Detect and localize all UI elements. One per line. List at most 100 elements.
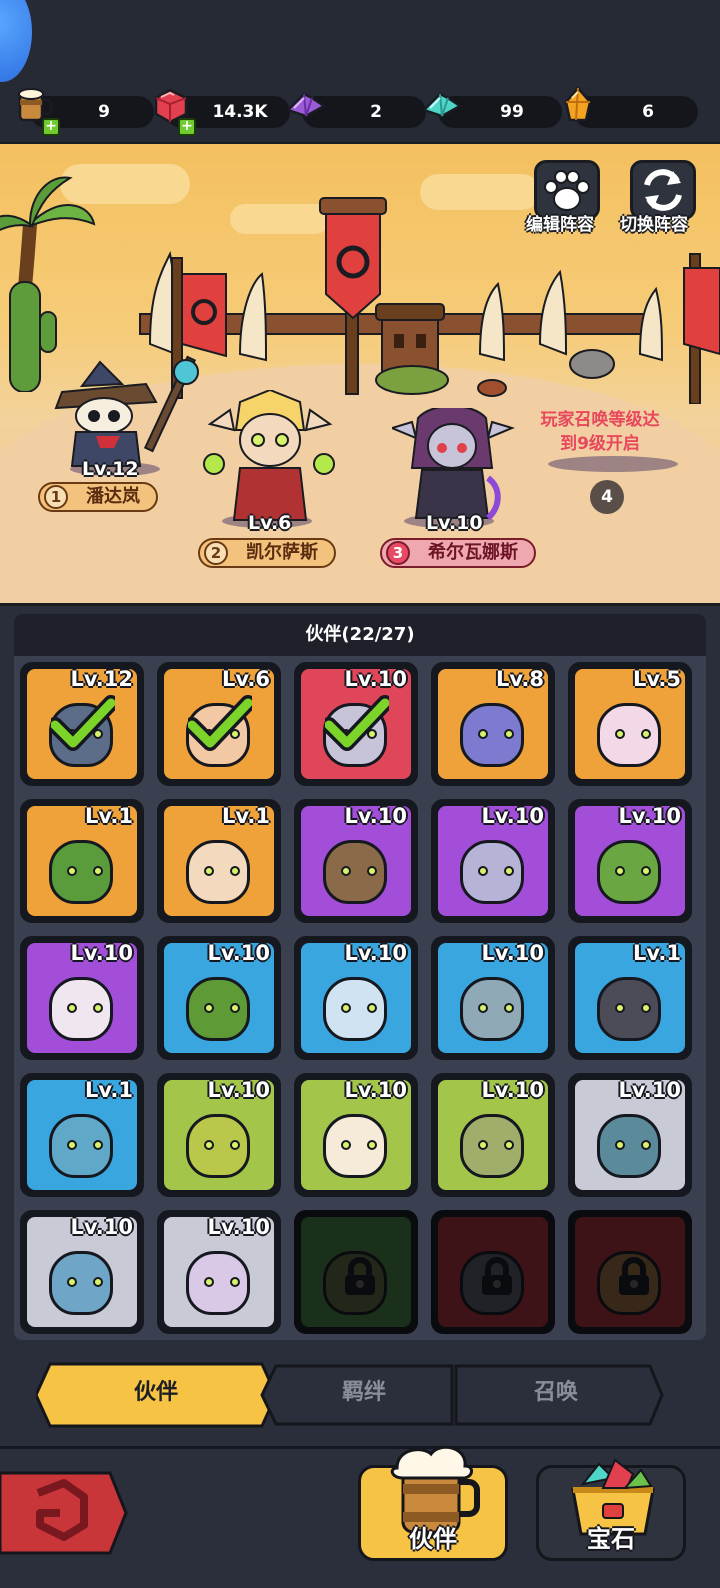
hero-name-tag[interactable]: 3 希尔瓦娜斯 xyxy=(380,538,536,568)
partner-card[interactable]: Lv.1 xyxy=(568,936,692,1060)
partner-card[interactable]: Lv.10 xyxy=(568,1073,692,1197)
gem-nav-button[interactable]: 宝石 xyxy=(536,1458,686,1561)
partner-portrait xyxy=(323,977,387,1041)
partner-level: Lv.5 xyxy=(633,667,681,691)
partner-card[interactable]: Lv.12 xyxy=(20,662,144,786)
amber-gem-icon xyxy=(564,86,592,122)
partner-card[interactable]: Lv.5 xyxy=(568,662,692,786)
partner-card[interactable]: Lv.1 xyxy=(20,799,144,923)
portrait-eye xyxy=(641,866,651,876)
hero-kaelthas-sprite[interactable] xyxy=(200,390,340,526)
partner-card[interactable]: Lv.10 xyxy=(294,799,418,923)
unlock-hint-line: 到9级开启 xyxy=(560,434,640,454)
portrait-eye xyxy=(93,1140,103,1150)
hero-name-tag[interactable]: 1 潘达岚 xyxy=(38,482,158,512)
portrait-eye xyxy=(93,866,103,876)
bottom-nav: 伙伴 宝石 xyxy=(0,1445,720,1588)
lock-icon xyxy=(619,1257,649,1295)
resource-teal-crystal[interactable]: 99 xyxy=(421,92,562,128)
lock-icon xyxy=(345,1257,375,1295)
locked-partner-card[interactable] xyxy=(431,1210,555,1334)
hero-name: 潘达岚 xyxy=(86,486,140,507)
partner-portrait xyxy=(460,977,524,1041)
partner-level: Lv.10 xyxy=(481,804,544,828)
partner-level: Lv.10 xyxy=(344,667,407,691)
partner-card[interactable]: Lv.10 xyxy=(157,936,281,1060)
tab-bond[interactable]: 羁绊 xyxy=(276,1362,452,1428)
portrait-eye xyxy=(504,729,514,739)
teal-crystal-icon xyxy=(421,92,463,118)
hero-pandaren-sprite[interactable] xyxy=(36,344,206,474)
hero-sylvanas-sprite[interactable] xyxy=(392,408,522,528)
locked-partner-card[interactable] xyxy=(294,1210,418,1334)
partner-portrait xyxy=(597,840,661,904)
portrait-eye xyxy=(67,1140,77,1150)
portrait-eye xyxy=(230,1277,240,1287)
portrait-eye xyxy=(504,866,514,876)
locked-slot-number[interactable]: 4 xyxy=(590,480,624,514)
partner-level: Lv.12 xyxy=(70,667,133,691)
hero-name: 希尔瓦娜斯 xyxy=(428,542,518,563)
partner-card[interactable]: Lv.6 xyxy=(157,662,281,786)
partner-card[interactable]: Lv.10 xyxy=(431,1073,555,1197)
resource-value: 6 xyxy=(642,102,654,122)
partner-card[interactable]: Lv.10 xyxy=(20,936,144,1060)
partner-nav-button[interactable]: 伙伴 xyxy=(358,1445,508,1561)
portrait-eye xyxy=(204,866,214,876)
tab-partner[interactable]: 伙伴 xyxy=(36,1362,276,1428)
slot-number: 2 xyxy=(204,541,228,565)
portrait-eye xyxy=(367,1140,377,1150)
partner-card[interactable]: Lv.1 xyxy=(157,799,281,923)
resource-ruby[interactable]: + 14.3K xyxy=(154,88,290,136)
portrait-eye xyxy=(67,866,77,876)
partner-card[interactable]: Lv.8 xyxy=(431,662,555,786)
resource-amber-gem[interactable]: 6 xyxy=(564,86,698,128)
partner-card[interactable]: Lv.10 xyxy=(294,662,418,786)
partner-card[interactable]: Lv.10 xyxy=(431,799,555,923)
partner-level: Lv.10 xyxy=(481,1078,544,1102)
locked-partner-card[interactable] xyxy=(568,1210,692,1334)
back-button[interactable] xyxy=(0,1467,128,1559)
partner-card[interactable]: Lv.10 xyxy=(294,936,418,1060)
portrait-eye xyxy=(367,1003,377,1013)
partner-card[interactable]: Lv.10 xyxy=(157,1073,281,1197)
partner-level: Lv.1 xyxy=(633,941,681,965)
partner-level: Lv.1 xyxy=(85,804,133,828)
partner-card[interactable]: Lv.10 xyxy=(20,1210,144,1334)
portrait-eye xyxy=(341,1003,351,1013)
partner-portrait xyxy=(460,840,524,904)
portrait-eye xyxy=(615,729,625,739)
formation-scene: 编辑阵容 切换阵容 Lv.12 1 潘达岚 Lv.6 2 凯尔萨斯 Lv.10 … xyxy=(0,142,720,606)
resource-beer[interactable]: + 9 xyxy=(18,88,154,136)
hero-name-tag[interactable]: 2 凯尔萨斯 xyxy=(198,538,336,568)
partner-portrait xyxy=(186,977,250,1041)
portrait-eye xyxy=(367,866,377,876)
tab-summon[interactable]: 召唤 xyxy=(456,1362,656,1428)
resource-value: 99 xyxy=(500,102,524,122)
partner-tabs: 伙伴 羁绊 召唤 xyxy=(36,1362,664,1428)
hero-level: Lv.6 xyxy=(248,512,292,534)
partner-portrait xyxy=(597,703,661,767)
partner-level: Lv.10 xyxy=(207,1215,270,1239)
partner-card[interactable]: Lv.10 xyxy=(568,799,692,923)
portrait-eye xyxy=(67,1277,77,1287)
partner-card[interactable]: Lv.10 xyxy=(157,1210,281,1334)
portrait-eye xyxy=(615,1003,625,1013)
resource-purple-crystal[interactable]: 2 xyxy=(285,92,426,128)
partner-level: Lv.10 xyxy=(481,941,544,965)
partner-card[interactable]: Lv.10 xyxy=(294,1073,418,1197)
partner-portrait xyxy=(460,703,524,767)
partner-card[interactable]: Lv.1 xyxy=(20,1073,144,1197)
selected-check-icon xyxy=(188,695,252,751)
portrait-eye xyxy=(204,1140,214,1150)
paw-icon xyxy=(544,170,590,211)
empty-slot-shadow xyxy=(548,456,678,472)
hero-level: Lv.12 xyxy=(82,458,139,480)
partner-level: Lv.10 xyxy=(618,1078,681,1102)
portrait-eye xyxy=(230,866,240,876)
player-avatar[interactable] xyxy=(0,0,32,82)
slot-unlock-hint: 玩家召唤等级达 到9级开启 xyxy=(534,408,666,456)
hero-level: Lv.10 xyxy=(426,512,483,534)
switch-formation-label: 切换阵容 xyxy=(620,215,688,235)
partner-card[interactable]: Lv.10 xyxy=(431,936,555,1060)
